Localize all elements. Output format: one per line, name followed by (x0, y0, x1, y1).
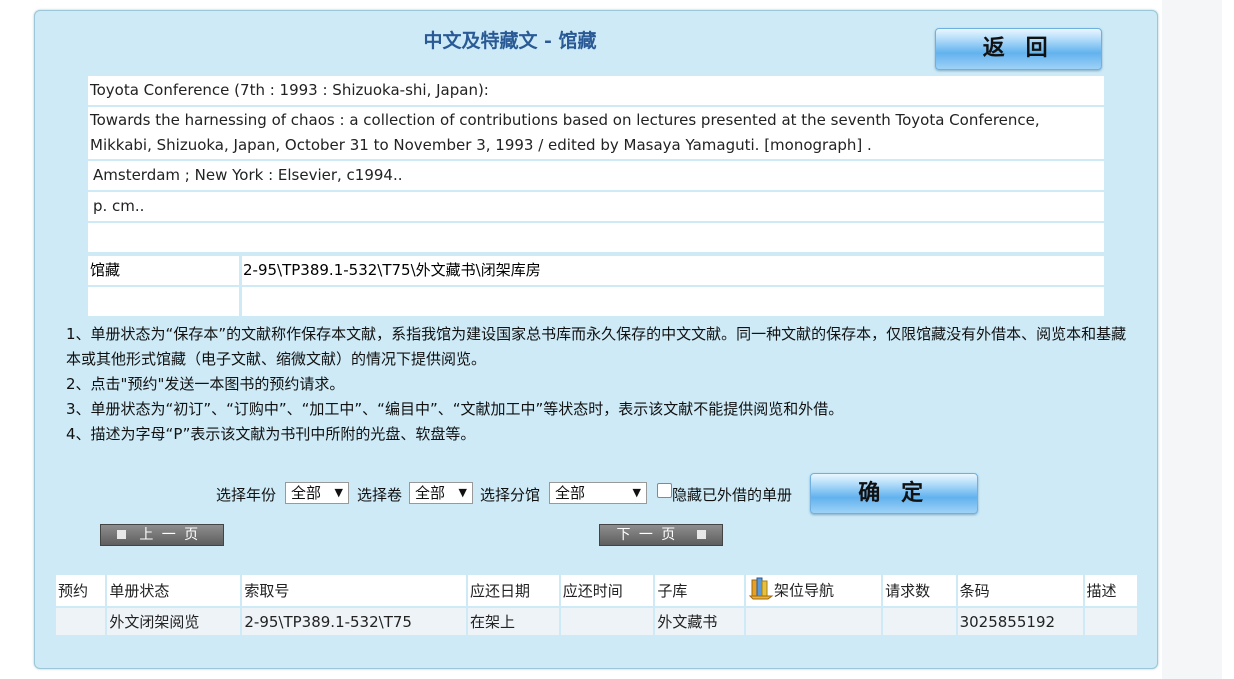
bib-author: Toyota Conference (7th : 1993 : Shizuoka… (88, 76, 1104, 105)
col-header-sublibrary: 子库 (655, 575, 745, 606)
hide-loaned-label: 隐藏已外借的单册 (672, 486, 793, 504)
confirm-button[interactable]: 确 定 (810, 473, 978, 514)
holdings-empty-cell (242, 287, 1104, 316)
branch-label: 选择分馆 (480, 486, 541, 504)
col-header-due-date: 应还日期 (468, 575, 559, 606)
shelf-nav-label: 架位导航 (774, 581, 835, 599)
bib-physical-desc: p. cm.. (88, 192, 1104, 221)
page-scroll-gutter (1162, 0, 1222, 679)
holdings-empty-row (88, 287, 1104, 316)
next-page-button[interactable]: 下一页 (599, 524, 723, 546)
prev-page-button[interactable]: 上一页 (100, 524, 224, 546)
cell-callno: 2-95\TP389.1-532\T75 (242, 608, 467, 635)
volume-select[interactable]: 全部 ▼ (409, 482, 473, 504)
cell-requests (883, 608, 956, 635)
col-header-reserve: 预约 (56, 575, 106, 606)
arrow-right-icon (696, 529, 706, 539)
cell-due-time (560, 608, 654, 635)
prev-page-label: 上一页 (139, 527, 207, 543)
cell-sublibrary: 外文藏书 (655, 608, 745, 635)
note-item: 2、点击"预约"发送一本图书的预约请求。 (66, 375, 345, 393)
notes-section: 1、单册状态为“保存本”的文献称作保存本文献，系指我馆为建设国家总书库而永久保存… (66, 322, 1136, 447)
bookshelf-icon (748, 577, 774, 599)
year-select-value: 全部 (291, 484, 322, 502)
col-header-status: 单册状态 (107, 575, 241, 606)
col-header-description: 描述 (1084, 575, 1137, 606)
page-title: 中文及特藏文 - 馆藏 (423, 30, 597, 52)
cell-shelf-nav[interactable] (746, 608, 882, 635)
next-page-label: 下一页 (616, 527, 684, 543)
arrow-left-icon (117, 529, 127, 539)
bib-empty-row (88, 223, 1104, 252)
volume-select-value: 全部 (415, 484, 446, 502)
note-item: 3、单册状态为“初订”、“订购中”、“加工中”、“编目中”、“文献加工中”等状态… (66, 400, 844, 418)
table-header-row: 预约 单册状态 索取号 应还日期 应还时间 子库 架位导航 请求数 条码 描述 (56, 575, 1137, 606)
col-header-requests: 请求数 (883, 575, 956, 606)
cell-status: 外文闭架阅览 (107, 608, 241, 635)
note-item: 4、描述为字母“P”表示该文献为书刊中所附的光盘、软盘等。 (66, 425, 476, 443)
dropdown-arrow-icon: ▼ (632, 486, 641, 499)
note-item: 1、单册状态为“保存本”的文献称作保存本文献，系指我馆为建设国家总书库而永久保存… (66, 325, 1127, 368)
bib-title: Towards the harnessing of chaos : a coll… (88, 107, 1104, 159)
return-button[interactable]: 返 回 (935, 28, 1102, 70)
branch-select[interactable]: 全部 ▼ (549, 482, 647, 504)
col-header-callno: 索取号 (242, 575, 467, 606)
hide-loaned-checkbox[interactable] (657, 483, 672, 498)
year-label: 选择年份 (216, 486, 277, 504)
volume-label: 选择卷 (357, 486, 403, 504)
holdings-value: 2-95\TP389.1-532\T75\外文藏书\闭架库房 (242, 256, 1104, 285)
col-header-barcode: 条码 (957, 575, 1083, 606)
dropdown-arrow-icon: ▼ (334, 486, 343, 499)
dropdown-arrow-icon: ▼ (458, 486, 467, 499)
table-row: 外文闭架阅览 2-95\TP389.1-532\T75 在架上 外文藏书 302… (56, 608, 1137, 635)
holdings-empty-cell (88, 287, 239, 316)
cell-description (1084, 608, 1137, 635)
cell-reserve[interactable] (56, 608, 106, 635)
holdings-row: 馆藏 2-95\TP389.1-532\T75\外文藏书\闭架库房 (88, 256, 1104, 285)
bib-publication: Amsterdam ; New York : Elsevier, c1994.. (88, 161, 1104, 190)
year-select[interactable]: 全部 ▼ (285, 482, 349, 504)
branch-select-value: 全部 (555, 484, 586, 502)
cell-due-date: 在架上 (468, 608, 559, 635)
col-header-shelf-nav: 架位导航 (746, 575, 882, 606)
holdings-label: 馆藏 (88, 256, 239, 285)
cell-barcode: 3025855192 (957, 608, 1083, 635)
items-table: 预约 单册状态 索取号 应还日期 应还时间 子库 架位导航 请求数 条码 描述 … (54, 573, 1139, 637)
col-header-due-time: 应还时间 (560, 575, 654, 606)
